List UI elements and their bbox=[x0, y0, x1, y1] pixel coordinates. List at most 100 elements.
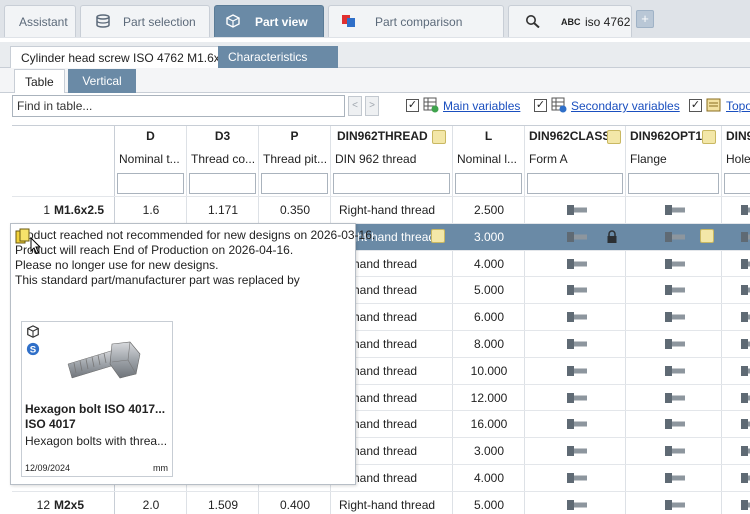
tab-table[interactable]: Table bbox=[14, 69, 65, 93]
tab-part-view-label: Part view bbox=[255, 15, 308, 29]
secondary-variables-link[interactable]: Secondary variables bbox=[571, 99, 680, 113]
tab-characteristics[interactable]: Characteristics bbox=[218, 46, 338, 68]
column-filter-input[interactable] bbox=[724, 173, 750, 194]
column-header: DIN9 bbox=[726, 129, 750, 143]
cell-l[interactable]: 5.000 bbox=[453, 498, 525, 512]
tab-part-view[interactable]: Part view bbox=[214, 5, 324, 37]
screw-icon bbox=[665, 365, 685, 376]
tab-part-selection[interactable]: Part selection bbox=[80, 5, 210, 37]
cell-l[interactable]: 5.000 bbox=[453, 283, 525, 297]
screw-icon bbox=[665, 339, 685, 349]
screw-icon bbox=[567, 365, 587, 376]
column-header: L bbox=[484, 129, 493, 143]
column-filter-input[interactable] bbox=[261, 173, 328, 194]
cell-l[interactable]: 4.000 bbox=[453, 257, 525, 271]
previous-button[interactable]: < bbox=[348, 96, 362, 116]
column-filter-input[interactable] bbox=[117, 173, 184, 194]
screw-icon bbox=[665, 473, 685, 483]
cell-p[interactable]: 0.350 bbox=[259, 203, 331, 217]
part-tab-bar: Cylinder head screw ISO 4762 M1.6x3 Char… bbox=[0, 42, 750, 68]
screw-icon bbox=[741, 473, 750, 483]
table-row[interactable]: 12 M2x5 2.0 1.509 0.400 Right-hand thread 5.00… bbox=[12, 490, 750, 514]
mouse-cursor-icon bbox=[30, 237, 42, 255]
cell-l[interactable]: 3.000 bbox=[453, 444, 525, 458]
cell-d[interactable]: 1.6 bbox=[115, 203, 187, 217]
column-description: Thread pit... bbox=[263, 152, 328, 166]
screw-icon bbox=[665, 205, 685, 215]
tooltip-line: Please no longer use for new designs. bbox=[15, 258, 219, 272]
variables-icon bbox=[423, 97, 439, 113]
screw-icon bbox=[741, 419, 750, 430]
table-row[interactable]: 1 M1.6x2.5 1.6 1.171 0.350 Right-hand thread 2… bbox=[12, 196, 750, 223]
pencil-icon[interactable] bbox=[702, 130, 716, 144]
topology-link[interactable]: Topo bbox=[726, 99, 750, 113]
card-description: Hexagon bolts with threa... bbox=[25, 434, 168, 448]
cell-l[interactable]: 16.000 bbox=[453, 417, 525, 431]
tab-search[interactable]: ABC iso 4762 bbox=[508, 5, 632, 37]
tab-assistant[interactable]: Assistant bbox=[4, 5, 76, 37]
main-variables-link[interactable]: Main variables bbox=[443, 99, 520, 113]
card-title: Hexagon bolt ISO 4017... bbox=[25, 402, 166, 416]
tab-part-name[interactable]: Cylinder head screw ISO 4762 M1.6x3 bbox=[10, 46, 238, 68]
tab-search-label: iso 4762 bbox=[585, 15, 631, 29]
cell-l[interactable]: 10.000 bbox=[453, 364, 525, 378]
secondary-variables-checkbox[interactable]: ✓ bbox=[534, 99, 547, 112]
cell-d3[interactable]: 1.171 bbox=[187, 203, 259, 217]
topology-checkbox[interactable]: ✓ bbox=[689, 99, 702, 112]
pencil-icon[interactable] bbox=[432, 130, 446, 144]
screw-icon bbox=[567, 419, 587, 430]
cell-p[interactable]: 0.400 bbox=[259, 498, 331, 512]
column-header: D3 bbox=[214, 129, 231, 143]
topology-icon bbox=[706, 98, 721, 112]
screw-icon bbox=[567, 231, 587, 242]
row-number: 1 bbox=[43, 203, 50, 217]
column-description: Nominal l... bbox=[457, 152, 518, 166]
cell-thread[interactable]: Right-hand thread bbox=[331, 203, 453, 217]
column-filter-input[interactable] bbox=[527, 173, 623, 194]
pencil-icon[interactable] bbox=[431, 228, 445, 243]
screw-icon bbox=[741, 446, 750, 457]
cell-thread[interactable]: Right-hand thread bbox=[331, 498, 453, 512]
compare-icon bbox=[342, 15, 355, 27]
status-warning-icon[interactable] bbox=[15, 228, 31, 244]
screw-icon bbox=[567, 392, 587, 403]
cell-l[interactable]: 6.000 bbox=[453, 310, 525, 324]
secondary-variables-icon bbox=[551, 97, 567, 113]
table-toolbar: Find in table... < > ✓ Main variables ✓ … bbox=[0, 93, 750, 121]
column-header: D bbox=[146, 129, 155, 143]
lock-icon bbox=[607, 230, 617, 243]
screw-icon bbox=[567, 205, 587, 215]
replacement-part-card[interactable]: S Hexagon bolt ISO 4017... ISO 4017 Hexa… bbox=[21, 321, 173, 477]
column-filter-input[interactable] bbox=[455, 173, 522, 194]
row-number: 12 bbox=[36, 497, 50, 512]
cell-d3[interactable]: 1.509 bbox=[187, 498, 259, 512]
pencil-icon[interactable] bbox=[607, 130, 621, 144]
screw-icon bbox=[567, 258, 587, 269]
column-filter-input[interactable] bbox=[333, 173, 450, 194]
screw-icon bbox=[665, 392, 685, 403]
svg-text:S: S bbox=[30, 345, 37, 356]
column-filter-input[interactable] bbox=[189, 173, 256, 194]
cell-l[interactable]: 3.000 bbox=[453, 230, 525, 244]
cell-l[interactable]: 8.000 bbox=[453, 337, 525, 351]
cell-d[interactable]: 2.0 bbox=[115, 498, 187, 512]
tab-vertical[interactable]: Vertical bbox=[68, 69, 136, 93]
card-subtitle: ISO 4017 bbox=[25, 417, 76, 431]
tab-part-selection-label: Part selection bbox=[123, 15, 196, 29]
add-tab-button[interactable]: + bbox=[636, 10, 654, 28]
search-icon bbox=[526, 15, 540, 28]
cell-l[interactable]: 12.000 bbox=[453, 391, 525, 405]
next-button[interactable]: > bbox=[365, 96, 379, 116]
column-filter-input[interactable] bbox=[628, 173, 719, 194]
column-description: Hole bbox=[726, 152, 750, 166]
column-header: P bbox=[290, 129, 299, 143]
pencil-icon[interactable] bbox=[700, 228, 714, 243]
cell-l[interactable]: 4.000 bbox=[453, 471, 525, 485]
card-date: 12/09/2024 bbox=[25, 463, 71, 473]
screw-icon bbox=[665, 231, 685, 242]
main-variables-checkbox[interactable]: ✓ bbox=[406, 99, 419, 112]
cell-l[interactable]: 2.500 bbox=[453, 203, 525, 217]
screw-icon bbox=[665, 285, 685, 296]
tab-part-comparison[interactable]: Part comparison bbox=[328, 5, 504, 37]
find-in-table-input[interactable]: Find in table... bbox=[12, 95, 345, 117]
